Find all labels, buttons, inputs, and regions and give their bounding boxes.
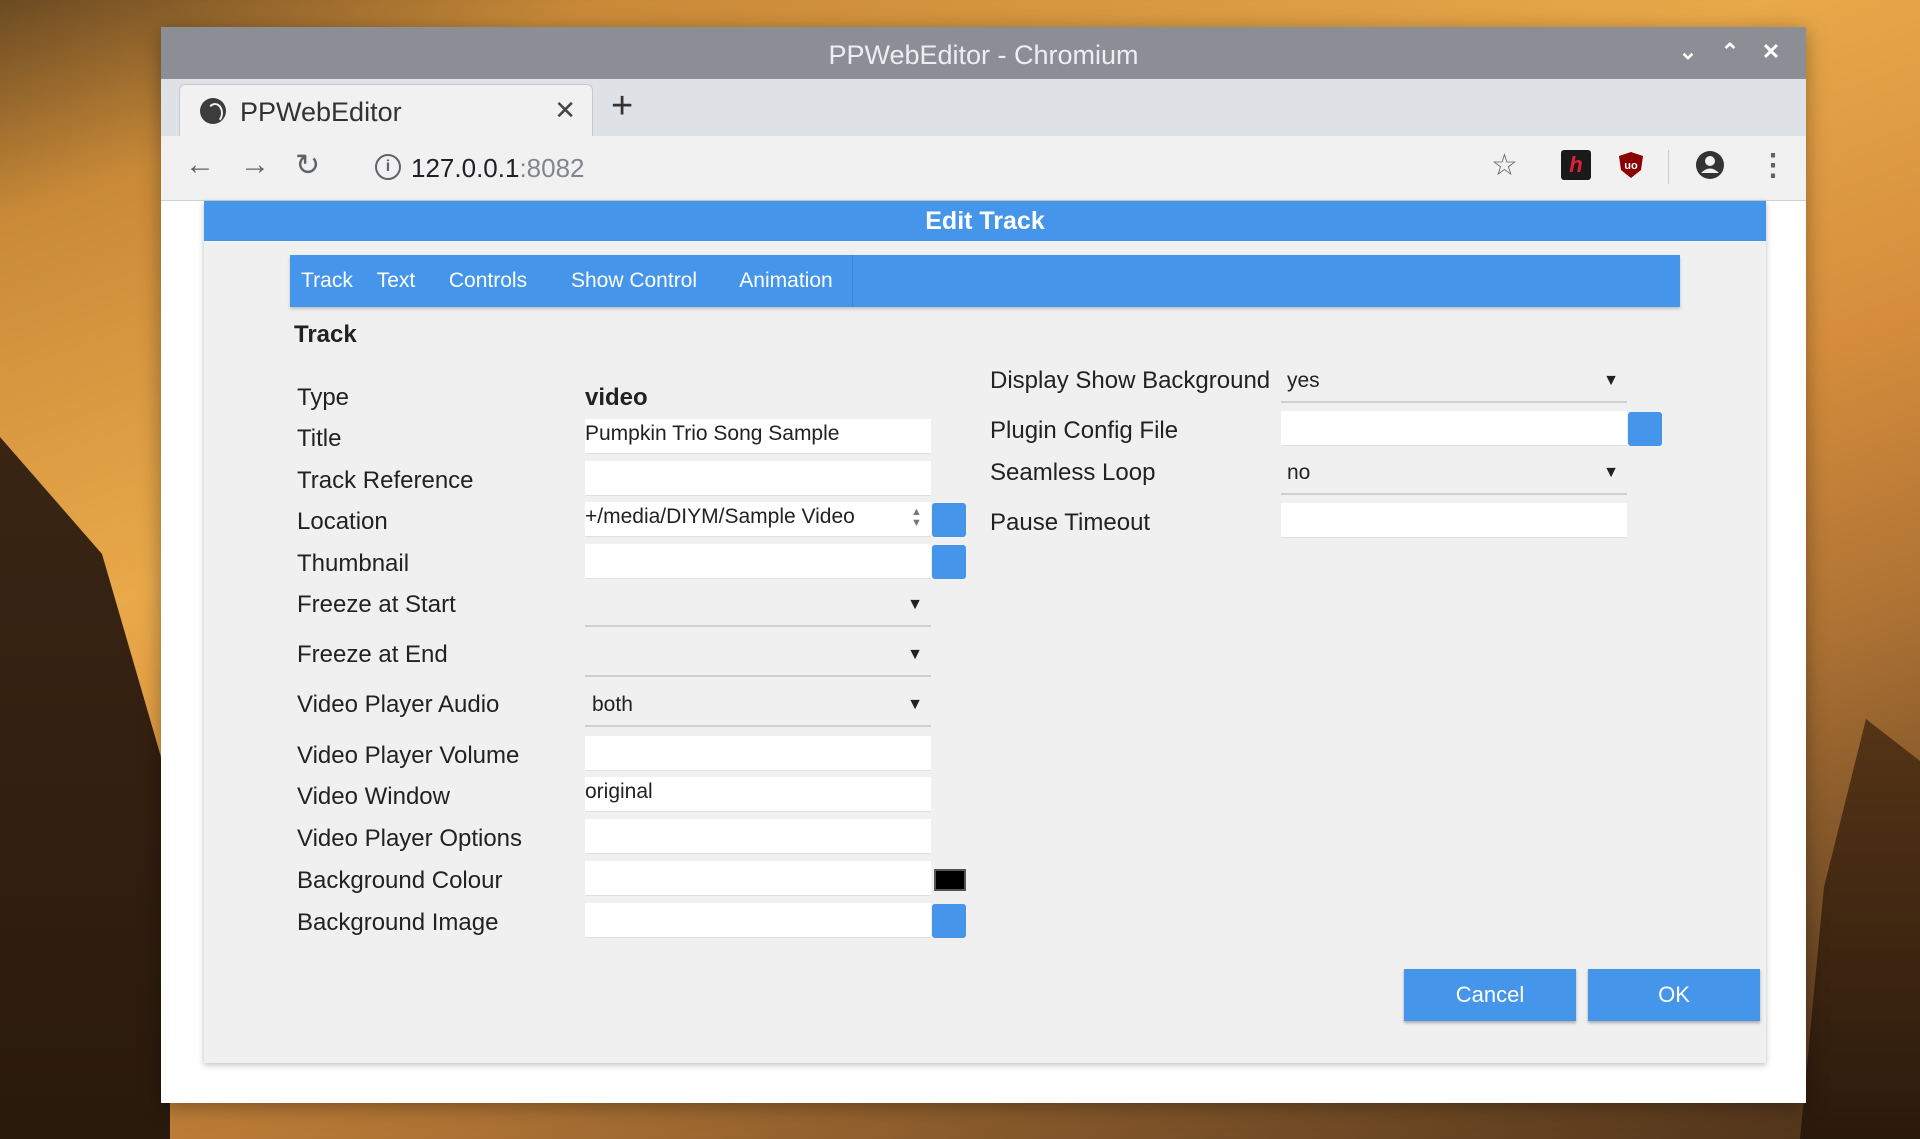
browser-toolbar: ← → ↻ i 127.0.0.1:8082 ☆ h uo ⋮	[161, 136, 1806, 201]
tab-show-control[interactable]: Show Control	[548, 255, 721, 307]
dialog-tabs: Track Text Controls Show Control Animati…	[290, 255, 1680, 307]
background-hill-left	[0, 437, 170, 1139]
browser-window: PPWebEditor - Chromium ⌄ ⌃ ✕ PPWebEditor…	[161, 27, 1806, 1103]
scroll-arrows-icon[interactable]: ▲ ▼	[911, 507, 922, 529]
display-bg-label: Display Show Background	[990, 367, 1271, 394]
globe-icon	[200, 98, 226, 124]
location-label: Location	[297, 508, 388, 535]
type-value: video	[585, 384, 648, 411]
seamless-select[interactable]: no ▼	[1281, 453, 1627, 495]
location-browse-button[interactable]	[932, 503, 966, 537]
track-reference-label: Track Reference	[297, 467, 474, 494]
star-icon[interactable]: ☆	[1491, 148, 1518, 183]
dropdown-caret-icon: ▼	[907, 696, 923, 713]
bg-image-input[interactable]	[585, 903, 931, 938]
volume-label: Video Player Volume	[297, 742, 520, 769]
minimize-icon[interactable]: ⌄	[1674, 39, 1702, 65]
thumbnail-browse-button[interactable]	[932, 545, 966, 579]
extension-icon[interactable]: h	[1561, 150, 1591, 180]
video-window-label: Video Window	[297, 783, 450, 810]
location-textarea[interactable]: +/media/DIYM/Sample Video	[585, 502, 931, 537]
freeze-start-select[interactable]: ▼	[585, 585, 931, 627]
freeze-end-label: Freeze at End	[297, 641, 448, 668]
profile-icon[interactable]	[1695, 150, 1725, 180]
plugin-browse-button[interactable]	[1628, 412, 1662, 446]
thumbnail-label: Thumbnail	[297, 550, 410, 577]
pause-label: Pause Timeout	[990, 509, 1151, 536]
close-window-icon[interactable]: ✕	[1757, 39, 1785, 65]
colour-swatch[interactable]	[934, 869, 966, 891]
edit-track-dialog: Edit Track Track Text Controls Show Cont…	[204, 201, 1766, 1063]
svg-text:uo: uo	[1624, 160, 1638, 172]
tab-title: PPWebEditor	[240, 97, 402, 127]
dropdown-caret-icon: ▼	[907, 596, 923, 613]
tab-close-icon[interactable]: ✕	[554, 95, 576, 126]
bg-colour-input[interactable]	[585, 861, 931, 896]
dialog-title: Edit Track	[204, 201, 1766, 241]
maximize-icon[interactable]: ⌃	[1716, 39, 1744, 65]
toolbar-divider	[1668, 150, 1669, 184]
title-label: Title	[297, 425, 342, 452]
page-content: Edit Track Track Text Controls Show Cont…	[161, 201, 1806, 1103]
bg-image-label: Background Image	[297, 909, 499, 936]
tab-controls[interactable]: Controls	[428, 255, 549, 307]
forward-icon[interactable]: →	[240, 148, 270, 182]
options-input[interactable]	[585, 819, 931, 854]
new-tab-button[interactable]: +	[611, 85, 633, 128]
window-title: PPWebEditor - Chromium	[828, 40, 1139, 70]
ublock-icon[interactable]: uo	[1616, 150, 1646, 180]
thumbnail-input[interactable]	[585, 544, 931, 579]
video-window-input[interactable]: original	[585, 777, 931, 812]
url-text: 127.0.0.1:8082	[411, 153, 585, 183]
browser-tab[interactable]: PPWebEditor ✕	[179, 84, 593, 137]
seamless-label: Seamless Loop	[990, 459, 1156, 486]
window-titlebar: PPWebEditor - Chromium ⌄ ⌃ ✕	[161, 27, 1806, 79]
section-title: Track	[294, 321, 357, 348]
bg-image-browse-button[interactable]	[932, 904, 966, 938]
bg-colour-label: Background Colour	[297, 867, 503, 894]
display-bg-select[interactable]: yes ▼	[1281, 361, 1627, 403]
audio-select[interactable]: both ▼	[585, 685, 931, 727]
freeze-end-select[interactable]: ▼	[585, 635, 931, 677]
tab-track[interactable]: Track	[290, 255, 365, 307]
address-bar[interactable]: i 127.0.0.1:8082	[359, 146, 1479, 190]
freeze-start-label: Freeze at Start	[297, 591, 456, 618]
cancel-button[interactable]: Cancel	[1404, 969, 1576, 1021]
info-icon[interactable]: i	[375, 154, 401, 180]
back-icon[interactable]: ←	[185, 148, 215, 182]
plugin-input[interactable]	[1281, 411, 1627, 446]
volume-input[interactable]	[585, 736, 931, 771]
tab-text[interactable]: Text	[364, 255, 429, 307]
type-label: Type	[297, 384, 350, 411]
dropdown-caret-icon: ▼	[1603, 464, 1619, 481]
reload-icon[interactable]: ↻	[295, 148, 320, 183]
ok-button[interactable]: OK	[1588, 969, 1760, 1021]
tab-strip: PPWebEditor ✕ +	[161, 79, 1806, 137]
title-input[interactable]: Pumpkin Trio Song Sample	[585, 419, 931, 454]
background-hill-right	[1800, 719, 1920, 1139]
track-reference-input[interactable]	[585, 461, 931, 496]
tab-animation[interactable]: Animation	[720, 255, 853, 307]
dropdown-caret-icon: ▼	[907, 646, 923, 663]
plugin-label: Plugin Config File	[990, 417, 1179, 444]
pause-input[interactable]	[1281, 503, 1627, 538]
audio-label: Video Player Audio	[297, 691, 500, 718]
options-label: Video Player Options	[297, 825, 523, 852]
menu-icon[interactable]: ⋮	[1758, 148, 1788, 183]
dropdown-caret-icon: ▼	[1603, 372, 1619, 389]
